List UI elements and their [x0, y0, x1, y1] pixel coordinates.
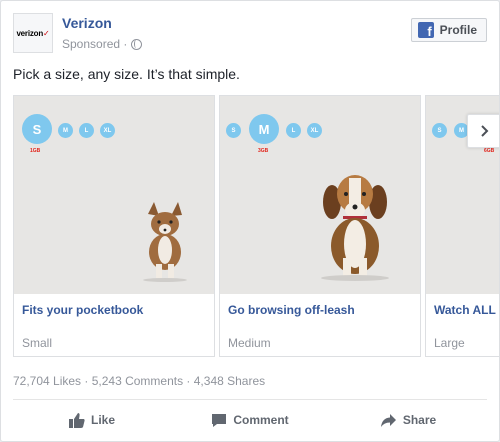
- share-button[interactable]: Share: [329, 403, 487, 437]
- carousel-card-small[interactable]: S M L XL 1GB Fits your pocketbook Small: [13, 95, 215, 357]
- thumbs-up-icon: [68, 412, 85, 428]
- card-subtitle: Small: [22, 336, 53, 350]
- profile-button-label: Profile: [439, 23, 477, 37]
- card-image-medium[interactable]: S M L XL 3GB: [220, 96, 420, 294]
- comment-button[interactable]: Comment: [171, 403, 329, 437]
- size-bubble: M: [58, 123, 73, 138]
- globe-icon: [131, 38, 143, 50]
- small-dog-image: [143, 202, 187, 282]
- comment-label: Comment: [233, 413, 289, 427]
- share-label: Share: [402, 413, 437, 427]
- card-image-small[interactable]: S M L XL 1GB: [14, 96, 214, 294]
- post-caption: Pick a size, any size. It’s that simple.: [13, 66, 240, 82]
- medium-dog-image: [321, 175, 389, 281]
- plan-size-label: 6GB: [484, 148, 495, 154]
- sponsored-text: Sponsored ·: [62, 37, 128, 51]
- size-bubble: L: [79, 123, 94, 138]
- like-label: Like: [90, 413, 115, 427]
- size-bubble: S: [22, 114, 52, 144]
- verizon-logo[interactable]: verizon✓: [13, 13, 53, 53]
- card-title[interactable]: Watch ALL: [434, 303, 496, 317]
- plan-size-label: 3GB: [258, 148, 269, 154]
- profile-button[interactable]: f Profile: [410, 18, 487, 42]
- divider: [13, 399, 487, 400]
- plan-size-label: 1GB: [30, 148, 41, 154]
- like-button[interactable]: Like: [13, 403, 171, 437]
- sponsored-label: Sponsored ·: [62, 37, 143, 51]
- size-bubble: XL: [307, 123, 322, 138]
- page-name-link[interactable]: Verizon: [62, 15, 112, 31]
- card-title[interactable]: Go browsing off-leash: [228, 303, 355, 317]
- card-subtitle: Large: [434, 336, 465, 350]
- size-bubble: L: [286, 123, 301, 138]
- size-bubble: XL: [100, 123, 115, 138]
- size-bubble: M: [249, 114, 279, 144]
- facebook-icon: f: [417, 22, 434, 38]
- comment-bubble-icon: [212, 413, 227, 427]
- engagement-stats[interactable]: 72,704 Likes · 5,243 Comments · 4,348 Sh…: [13, 374, 265, 388]
- card-subtitle: Medium: [228, 336, 271, 350]
- size-bubble: S: [226, 123, 241, 138]
- carousel: S M L XL 1GB Fits your pocketbook Small …: [13, 95, 499, 357]
- card-title[interactable]: Fits your pocketbook: [22, 303, 143, 317]
- logo-text: verizon✓: [16, 28, 50, 38]
- chevron-right-icon: [480, 125, 488, 137]
- action-bar: Like Comment Share: [13, 403, 487, 437]
- carousel-card-medium[interactable]: S M L XL 3GB Go browsing off-leash Mediu…: [219, 95, 421, 357]
- size-bubble: S: [432, 123, 447, 138]
- sponsored-post: verizon✓ Verizon Sponsored · f Profile P…: [0, 0, 500, 442]
- carousel-next-button[interactable]: [467, 114, 499, 148]
- share-arrow-icon: [380, 413, 396, 427]
